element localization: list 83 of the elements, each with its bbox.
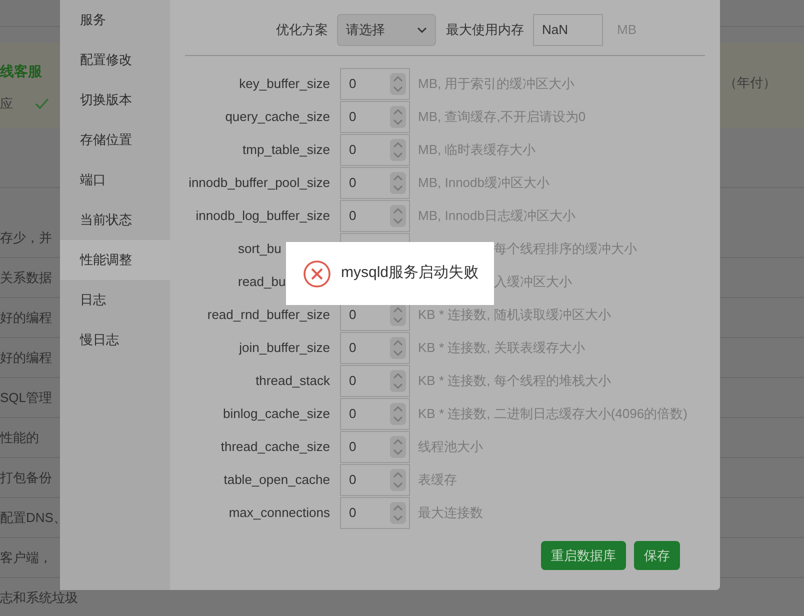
description-text: 配置DNS、 — [0, 508, 66, 527]
field-label: thread_cache_size — [220, 438, 330, 456]
sidebar-item[interactable]: 端口 — [60, 160, 170, 200]
field-label: read_rnd_buffer_size — [207, 306, 330, 324]
number-field[interactable]: 0 — [340, 134, 410, 166]
spinner-icon[interactable] — [390, 370, 406, 392]
field-hint: 线程池大小 — [418, 438, 483, 456]
field-hint: 最大连接数 — [418, 504, 483, 522]
spinner-icon[interactable] — [390, 436, 406, 458]
toast-message: mysqld服务启动失败 — [341, 263, 479, 284]
description-text: 打包备份 — [0, 468, 52, 487]
service-title: 线客服 — [0, 62, 43, 81]
error-icon — [303, 260, 331, 288]
sidebar-item[interactable]: 切换版本 — [60, 80, 170, 120]
spinner-icon[interactable] — [390, 72, 406, 94]
description-text: 性能的 — [0, 428, 39, 447]
spinner-icon[interactable] — [390, 336, 406, 358]
number-field[interactable]: 0 — [340, 166, 410, 198]
sidebar-item[interactable]: 慢日志 — [60, 320, 170, 360]
number-field[interactable]: 0 — [340, 464, 410, 496]
field-label: innodb_buffer_pool_size — [188, 174, 330, 192]
spinner-icon[interactable] — [390, 304, 406, 326]
field-label: join_buffer_size — [239, 338, 330, 357]
description-text: 好的编程 — [0, 348, 52, 367]
field-hint: KB * 连接数, 每个线程的堆栈大小 — [418, 372, 611, 390]
field-hint: 每个线程排序的缓冲大小 — [494, 240, 637, 258]
check-icon — [35, 98, 49, 110]
description-text: 关系数据 — [0, 268, 52, 287]
field-label: sort_bu — [238, 240, 282, 258]
memory-field[interactable]: NaN — [533, 14, 603, 46]
save-button[interactable]: 保存 — [634, 541, 680, 570]
spinner-icon[interactable] — [390, 138, 406, 160]
field-hint: KB * 连接数, 关联表缓存大小 — [418, 338, 585, 357]
field-hint: KB * 连接数, 二进制日志缓存大小(4096的倍数) — [418, 404, 688, 423]
field-label: max_connections — [228, 504, 330, 522]
description-text: 好的编程 — [0, 308, 52, 327]
spinner-icon[interactable] — [390, 204, 406, 226]
chevron-down-icon — [417, 27, 427, 33]
price-text: （年付） — [724, 74, 776, 92]
number-field[interactable]: 0 — [340, 200, 410, 232]
number-field[interactable]: 0 — [340, 430, 410, 462]
spinner-icon[interactable] — [390, 468, 406, 490]
description-text: 存少，并 — [0, 228, 52, 247]
sidebar-item[interactable]: 存储位置 — [60, 120, 170, 160]
memory-label: 最大使用内存 — [446, 21, 524, 40]
field-hint: KB * 连接数, 随机读取缓冲区大小 — [418, 306, 611, 324]
sidebar-item[interactable]: 配置修改 — [60, 40, 170, 80]
number-field[interactable]: 0 — [340, 68, 410, 100]
field-hint: MB, 查询缓存,不开启请设为0 — [418, 108, 586, 126]
field-hint: MB, Innodb缓冲区大小 — [418, 174, 550, 192]
field-label: tmp_table_size — [242, 140, 330, 159]
field-hint: MB, 临时表缓存大小 — [418, 140, 536, 159]
number-field[interactable]: 0 — [340, 100, 410, 132]
field-label: binlog_cache_size — [223, 404, 330, 423]
sidebar-item[interactable]: 性能调整 — [60, 240, 170, 280]
field-label: innodb_log_buffer_size — [196, 206, 330, 225]
spinner-icon[interactable] — [390, 402, 406, 424]
field-hint: 表缓存 — [418, 470, 457, 489]
plan-label: 优化方案 — [275, 21, 328, 40]
field-label: query_cache_size — [225, 108, 330, 126]
spinner-icon[interactable] — [390, 106, 406, 128]
spinner-icon[interactable] — [390, 502, 406, 524]
number-field[interactable]: 0 — [340, 332, 410, 364]
number-field[interactable]: 0 — [340, 364, 410, 396]
feature-text: 应 — [0, 95, 13, 113]
description-text: 客户端， — [0, 548, 52, 567]
plan-select[interactable]: 请选择 — [337, 14, 436, 46]
field-hint: 入缓冲区大小 — [494, 272, 572, 291]
field-label: table_open_cache — [224, 470, 330, 489]
field-hint: MB, Innodb日志缓冲区大小 — [418, 206, 576, 225]
spinner-icon[interactable] — [390, 172, 406, 194]
description-text: 志和系统垃圾 — [0, 588, 78, 607]
number-field[interactable]: 0 — [340, 496, 410, 528]
field-label: thread_stack — [256, 372, 330, 390]
field-hint: MB, 用于索引的缓冲区大小 — [418, 74, 575, 93]
description-text: SQL管理 — [0, 388, 52, 407]
number-field[interactable]: 0 — [340, 398, 410, 430]
sidebar-item[interactable]: 当前状态 — [60, 200, 170, 240]
sidebar-item[interactable]: 服务 — [60, 0, 170, 40]
field-label: read_bu — [238, 272, 286, 291]
restart-button[interactable]: 重启数据库 — [541, 541, 626, 570]
field-label: key_buffer_size — [239, 74, 330, 93]
sidebar-item[interactable]: 日志 — [60, 280, 170, 320]
